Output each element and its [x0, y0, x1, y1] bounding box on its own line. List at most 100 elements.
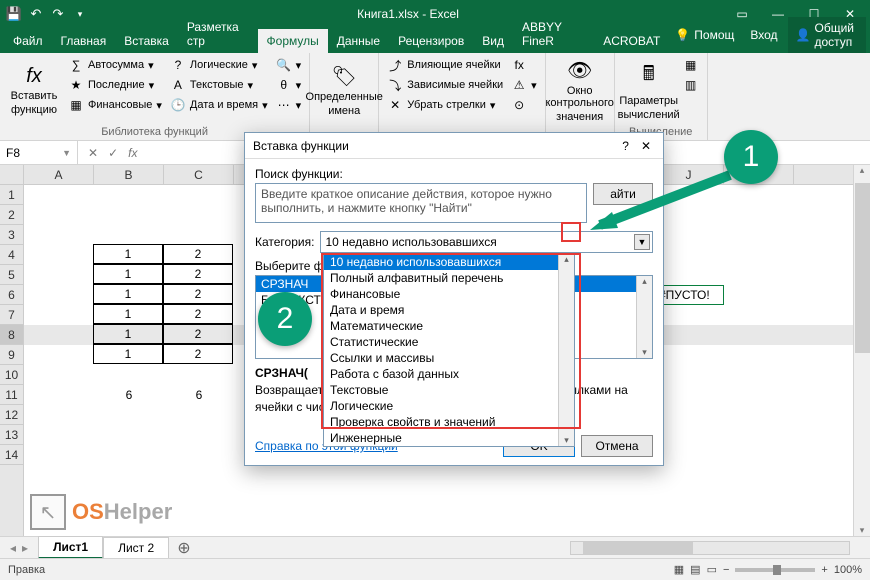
- dropdown-option[interactable]: Текстовые: [324, 382, 574, 398]
- row-headers[interactable]: 1234567891011121314: [0, 185, 24, 536]
- tab-abbyy[interactable]: ABBYY FineR: [513, 15, 594, 53]
- row-header[interactable]: 7: [0, 305, 23, 325]
- horizontal-scrollbar[interactable]: [570, 541, 850, 555]
- logical-button[interactable]: ?Логические ▾: [168, 56, 270, 74]
- cell[interactable]: 2: [163, 324, 233, 344]
- dropdown-scrollbar[interactable]: ▴▾: [558, 254, 574, 446]
- hscroll-thumb[interactable]: [583, 542, 693, 554]
- row-header[interactable]: 3: [0, 225, 23, 245]
- tab-formulas[interactable]: Формулы: [258, 29, 328, 53]
- cell[interactable]: 2: [163, 284, 233, 304]
- math-button[interactable]: θ▾: [274, 76, 304, 94]
- recent-functions-button[interactable]: ★Последние ▾: [66, 76, 164, 94]
- zoom-level[interactable]: 100%: [834, 564, 862, 576]
- fx-bar-icon[interactable]: fx: [128, 146, 137, 160]
- tab-insert[interactable]: Вставка: [115, 29, 178, 53]
- dialog-close-icon[interactable]: ✕: [637, 139, 655, 153]
- share-button[interactable]: 👤Общий доступ: [788, 17, 866, 53]
- zoom-slider[interactable]: [735, 568, 815, 572]
- dropdown-option[interactable]: Дата и время: [324, 302, 574, 318]
- dropdown-option[interactable]: Проверка свойств и значений: [324, 414, 574, 430]
- dropdown-option[interactable]: Полный алфавитный перечень: [324, 270, 574, 286]
- cancel-formula-icon[interactable]: ✕: [88, 146, 98, 160]
- remove-arrows-button[interactable]: ✕Убрать стрелки ▾: [385, 96, 505, 114]
- cell[interactable]: 6: [164, 385, 234, 405]
- row-header[interactable]: 8: [0, 325, 23, 345]
- tab-layout[interactable]: Разметка стр: [178, 15, 258, 53]
- insert-function-button[interactable]: fx Вставить функцию: [6, 56, 62, 124]
- tab-review[interactable]: Рецензиров: [389, 29, 473, 53]
- accept-formula-icon[interactable]: ✓: [108, 146, 118, 160]
- financial-button[interactable]: ▦Финансовые ▾: [66, 96, 164, 114]
- autosum-button[interactable]: ∑Автосумма ▾: [66, 56, 164, 74]
- vertical-scrollbar[interactable]: ▴▾: [853, 165, 870, 536]
- name-box[interactable]: F8▼: [0, 141, 78, 164]
- col-header[interactable]: B: [94, 165, 164, 184]
- row-header[interactable]: 13: [0, 425, 23, 445]
- trace-precedents-button[interactable]: ⤴Влияющие ячейки: [385, 56, 505, 74]
- dropdown-option[interactable]: Финансовые: [324, 286, 574, 302]
- row-header[interactable]: 14: [0, 445, 23, 465]
- row-header[interactable]: 2: [0, 205, 23, 225]
- zoom-in-icon[interactable]: +: [821, 564, 827, 576]
- category-dropdown[interactable]: ▴▾ 10 недавно использовавшихсяПолный алф…: [323, 253, 575, 447]
- cell[interactable]: 2: [163, 344, 233, 364]
- col-header[interactable]: C: [164, 165, 234, 184]
- save-icon[interactable]: 💾: [6, 6, 22, 22]
- cell[interactable]: 2: [163, 264, 233, 284]
- row-header[interactable]: 10: [0, 365, 23, 385]
- calc-now-button[interactable]: ▦: [681, 56, 701, 74]
- watch-window-button[interactable]: 👁 Окно контрольного значения: [552, 56, 608, 124]
- show-formulas-button[interactable]: fx: [509, 56, 539, 74]
- login-button[interactable]: Вход: [744, 24, 783, 46]
- error-check-button[interactable]: ⚠▾: [509, 76, 539, 94]
- view-break-icon[interactable]: ▭: [707, 563, 717, 576]
- tab-data[interactable]: Данные: [328, 29, 389, 53]
- row-header[interactable]: 9: [0, 345, 23, 365]
- undo-icon[interactable]: ↶: [28, 6, 44, 22]
- cell[interactable]: 1: [93, 244, 163, 264]
- row-header[interactable]: 4: [0, 245, 23, 265]
- dropdown-option[interactable]: Ссылки и массивы: [324, 350, 574, 366]
- dialog-help-icon[interactable]: ?: [614, 139, 637, 153]
- row-header[interactable]: 12: [0, 405, 23, 425]
- row-header[interactable]: 1: [0, 185, 23, 205]
- dropdown-option[interactable]: Статистические: [324, 334, 574, 350]
- cell[interactable]: 1: [93, 324, 163, 344]
- evaluate-button[interactable]: ⊙: [509, 96, 539, 114]
- calc-sheet-button[interactable]: ▥: [681, 76, 701, 94]
- cell[interactable]: 2: [163, 304, 233, 324]
- namebox-dropdown-icon[interactable]: ▼: [62, 148, 71, 158]
- text-functions-button[interactable]: AТекстовые ▾: [168, 76, 270, 94]
- datetime-button[interactable]: 🕒Дата и время ▾: [168, 96, 270, 114]
- view-layout-icon[interactable]: ▤: [690, 563, 700, 576]
- tab-home[interactable]: Главная: [52, 29, 116, 53]
- qat-customize-icon[interactable]: ▾: [72, 6, 88, 22]
- more-functions-button[interactable]: ⋯▾: [274, 96, 304, 114]
- cell[interactable]: 6: [94, 385, 164, 405]
- sheet-tab-1[interactable]: Лист1: [38, 536, 103, 559]
- dropdown-option[interactable]: Работа с базой данных: [324, 366, 574, 382]
- dropdown-option[interactable]: Инженерные: [324, 430, 574, 446]
- dropdown-option[interactable]: Логические: [324, 398, 574, 414]
- sheet-nav-prev-icon[interactable]: ◂: [10, 541, 16, 555]
- search-input[interactable]: Введите краткое описание действия, котор…: [255, 183, 587, 223]
- funclist-scrollbar[interactable]: ▴▾: [636, 276, 652, 358]
- row-header[interactable]: 5: [0, 265, 23, 285]
- col-header[interactable]: A: [24, 165, 94, 184]
- cell[interactable]: 2: [163, 244, 233, 264]
- error-cell[interactable]: #ПУСТО!: [654, 285, 724, 305]
- row-header[interactable]: 6: [0, 285, 23, 305]
- row-header[interactable]: 11: [0, 385, 23, 405]
- view-normal-icon[interactable]: ▦: [674, 563, 684, 576]
- dropdown-option[interactable]: 10 недавно использовавшихся: [324, 254, 574, 270]
- vscroll-thumb[interactable]: [855, 183, 870, 353]
- defined-names-button[interactable]: 🏷 Определенные имена: [316, 56, 372, 124]
- select-all-corner[interactable]: [0, 165, 24, 185]
- cancel-button[interactable]: Отмена: [581, 435, 653, 457]
- zoom-out-icon[interactable]: −: [723, 564, 729, 576]
- help-button[interactable]: 💡Помощ: [669, 24, 740, 46]
- trace-dependents-button[interactable]: ⤵Зависимые ячейки: [385, 76, 505, 94]
- dropdown-option[interactable]: Математические: [324, 318, 574, 334]
- cell[interactable]: 1: [93, 284, 163, 304]
